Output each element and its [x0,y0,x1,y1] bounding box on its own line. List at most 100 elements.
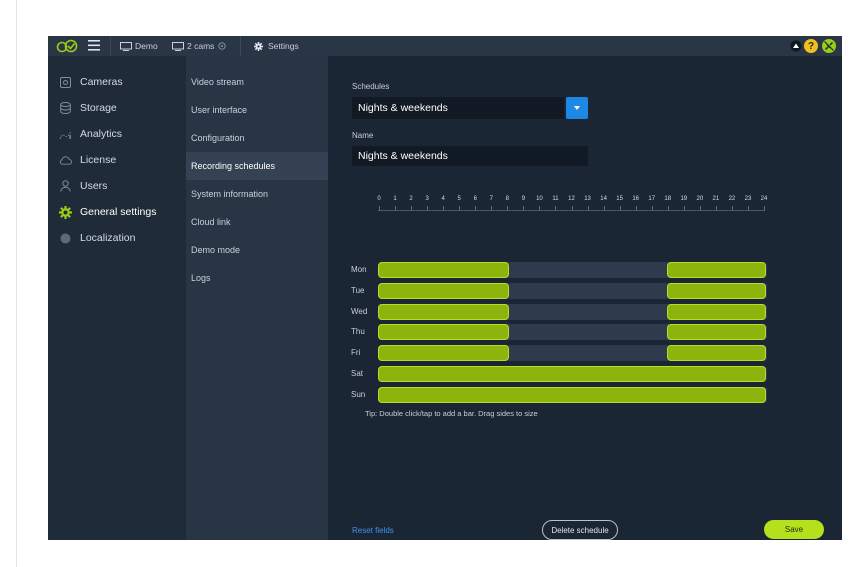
hour-label: 10 [536,196,543,202]
hour-label: 13 [584,196,591,202]
subnav-item-logs[interactable]: Logs [186,264,328,292]
hour-label: 23 [744,196,752,202]
hour-label: 14 [600,196,607,202]
subnav-item-cloud-link[interactable]: Cloud link [186,208,328,236]
hour-tick [715,206,717,211]
hour-label: 7 [489,196,493,202]
sidebar-item-analytics[interactable]: Analytics [48,121,186,147]
subnav-item-system-information[interactable]: System information [186,180,328,208]
schedule-bar[interactable] [378,366,766,382]
small-gear-icon [218,42,227,50]
subnav-item-label: Demo mode [191,245,241,255]
sidebar-item-label: License [80,154,117,166]
globe-icon [59,232,72,245]
monitor-icon [172,41,184,51]
sidebar-item-label: Users [80,180,108,192]
subnav-item-demo-mode[interactable]: Demo mode [186,236,328,264]
recording-schedules-panel: Schedules Nights & weekends Name 0123456… [328,56,842,540]
hour-tick [411,206,413,211]
sidebar-item-label: Analytics [80,128,123,140]
hamburger-menu-icon[interactable] [88,40,100,51]
hour-tick [667,206,669,211]
hour-label: 21 [712,196,720,202]
hour-label: 17 [648,196,656,202]
day-label: Mon [351,265,367,274]
hour-label: 1 [393,196,397,202]
hour-label: 20 [696,196,704,202]
schedule-bar[interactable] [378,262,510,278]
schedule-bar[interactable] [666,345,766,362]
schedule-bar[interactable] [666,282,766,299]
help-icon[interactable]: ? [804,39,818,53]
hour-label: 15 [616,196,623,202]
hour-tick [747,206,749,211]
hour-tick [603,206,605,211]
hour-tick [539,206,541,211]
gear-icon [59,205,72,219]
hour-label: 11 [552,196,559,202]
demo-label: Demo [135,41,158,51]
connection-status-icon[interactable] [821,38,837,54]
schedule-bar[interactable] [378,324,510,341]
hour-tick [523,206,525,211]
day-label: Sat [351,369,364,378]
hour-tick [731,206,733,211]
sidebar-item-storage[interactable]: Storage [48,95,186,121]
hour-label: 2 [409,196,413,202]
schedule-bar[interactable] [666,262,766,278]
sidebar-item-users[interactable]: Users [48,173,186,199]
notification-up-icon[interactable] [790,38,802,54]
schedule-bar[interactable] [378,345,510,362]
logo-check-icon[interactable] [56,39,78,53]
subnav-item-label: Configuration [191,133,245,143]
hour-tick [459,206,461,211]
user-icon [59,180,72,193]
cams-label: 2 cams [187,41,215,51]
hour-tick [491,206,493,211]
hour-label: 22 [728,196,736,202]
subnav-item-video-stream[interactable]: Video stream [186,68,328,96]
schedule-bar[interactable] [666,303,766,320]
subnav-item-label: User interface [191,105,248,115]
sidebar-item-cameras[interactable]: Cameras [48,69,186,95]
day-label: Sun [351,389,366,399]
hour-tick [555,206,557,211]
gear-icon [254,41,263,51]
hour-label: 19 [680,196,688,202]
help-glyph: ? [807,40,815,52]
schedule-bar[interactable] [378,282,510,299]
subnav-item-label: Logs [191,273,211,283]
subnav-item-configuration[interactable]: Configuration [186,124,328,152]
day-label: Wed [351,306,368,316]
sidebar-item-label: General settings [80,206,157,218]
hour-label: 0 [377,196,381,202]
camera-icon [59,76,72,89]
subnav-item-label: Recording schedules [191,161,276,171]
schedule-bar[interactable] [378,303,510,320]
hour-tick [699,206,701,211]
reset-fields-link[interactable]: Reset fields [352,526,394,535]
sidebar-item-localization[interactable]: Localization [48,225,186,251]
schedule-bar[interactable] [666,324,766,341]
hour-label: 5 [457,196,461,202]
settings-button[interactable]: Settings [254,36,299,56]
save-button[interactable]: Save [764,520,824,539]
hour-tick [571,206,573,211]
sidebar-item-general-settings[interactable]: General settings [48,199,186,225]
hour-tick [683,206,685,211]
database-icon [59,102,72,115]
schedule-bar[interactable] [378,386,766,403]
cams-button[interactable]: 2 cams [172,36,227,56]
subnav-item-label: Cloud link [191,217,231,227]
demo-button[interactable]: Demo [120,36,158,56]
page-edge [16,0,17,567]
subnav-item-user-interface[interactable]: User interface [186,96,328,124]
hour-label: 9 [521,196,526,202]
delete-schedule-button[interactable]: Delete schedule [542,520,618,540]
sidebar-item-license[interactable]: License [48,147,186,173]
subnav-item-recording-schedules[interactable]: Recording schedules [186,152,328,180]
app-window: Demo 2 cams Settings ? Cameras Storage A… [48,36,842,540]
hour-tick [475,206,477,211]
hour-tick [587,206,589,211]
topbar-divider [240,36,241,56]
